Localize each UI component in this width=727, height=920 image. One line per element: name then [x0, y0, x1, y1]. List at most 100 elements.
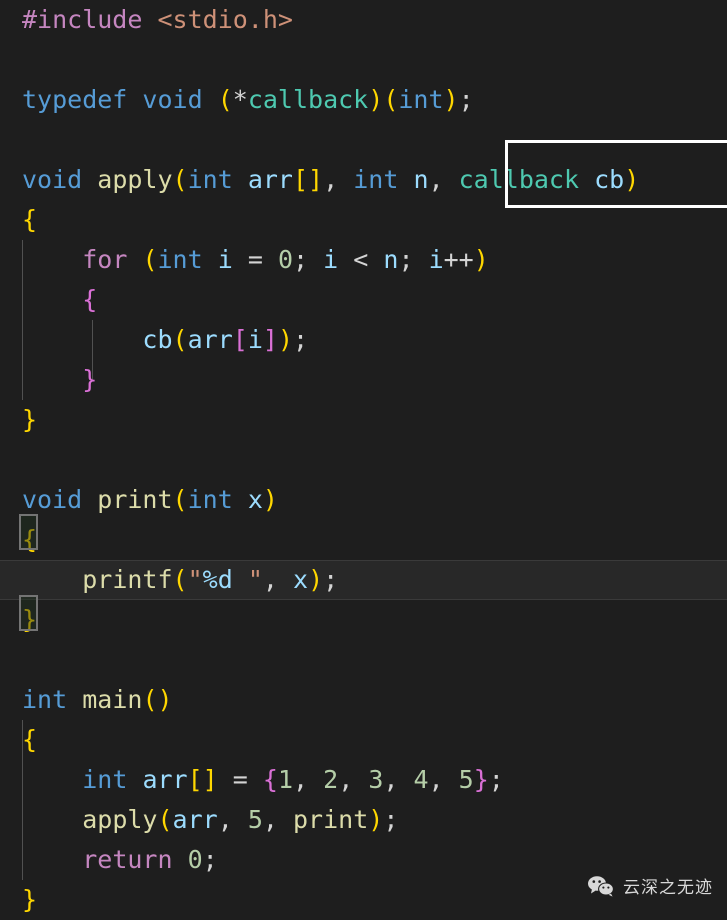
- token-comma: ,: [217, 805, 248, 834]
- token-number: 5: [247, 805, 263, 834]
- token-bracket-close: ]: [262, 325, 278, 354]
- token-paren-close: ): [308, 565, 324, 594]
- token-assign: =: [232, 765, 248, 794]
- code-line[interactable]: cb(arr[i]);: [0, 320, 727, 360]
- token-brace-close: }: [473, 765, 489, 794]
- token-var-arr: arr: [187, 325, 233, 354]
- code-line[interactable]: void apply(int arr[], int n, callback cb…: [0, 160, 727, 200]
- token-paren-close: ): [624, 165, 640, 194]
- token-semicolon: ;: [398, 245, 429, 274]
- token-var-n: n: [383, 245, 399, 274]
- token-semicolon: ;: [458, 85, 474, 114]
- token-var-i: i: [428, 245, 444, 274]
- token-function-printf: printf: [82, 565, 173, 594]
- token-int: int: [353, 165, 399, 194]
- token-brace-open: {: [22, 205, 38, 234]
- token-call-cb: cb: [142, 325, 173, 354]
- code-line[interactable]: typedef void (*callback)(int);: [0, 80, 727, 120]
- token-increment: ++: [443, 245, 474, 274]
- code-line-blank[interactable]: [0, 120, 727, 160]
- token-paren-open: (: [172, 485, 188, 514]
- code-line[interactable]: int arr[] = {1, 2, 3, 4, 5};: [0, 760, 727, 800]
- token-comma: ,: [262, 565, 293, 594]
- code-line-blank[interactable]: [0, 440, 727, 480]
- token-number: 1: [277, 765, 294, 794]
- token-var-arr: arr: [142, 765, 188, 794]
- code-line[interactable]: void print(int x): [0, 480, 727, 520]
- token-brace-close: }: [22, 405, 38, 434]
- token-comma: ,: [262, 805, 293, 834]
- code-line[interactable]: }: [0, 880, 727, 920]
- token-function-main: main: [82, 685, 143, 714]
- token-int: int: [398, 85, 444, 114]
- token-paren-close: ): [368, 85, 384, 114]
- token-format-specifier: %d: [202, 565, 233, 594]
- token-quote: ": [247, 565, 263, 594]
- token-bracket-close: ]: [308, 165, 324, 194]
- code-line[interactable]: int main(): [0, 680, 727, 720]
- token-bracket-open: [: [187, 765, 203, 794]
- code-line[interactable]: apply(arr, 5, print);: [0, 800, 727, 840]
- token-paren-open: (: [142, 685, 158, 714]
- token-return: return: [82, 845, 173, 874]
- code-line[interactable]: }: [0, 600, 727, 640]
- code-line-blank[interactable]: [0, 640, 727, 680]
- token-brace-close: }: [22, 605, 38, 634]
- token-string-space: [233, 565, 248, 594]
- code-line[interactable]: }: [0, 400, 727, 440]
- token-callback-type: callback: [247, 85, 369, 114]
- token-include-directive: #include: [22, 5, 143, 34]
- token-comma: ,: [428, 765, 459, 794]
- code-line[interactable]: for (int i = 0; i < n; i++): [0, 240, 727, 280]
- token-brace-open: {: [82, 285, 98, 314]
- code-line[interactable]: return 0;: [0, 840, 727, 880]
- token-var-i: i: [323, 245, 339, 274]
- token-void: void: [22, 485, 83, 514]
- code-line[interactable]: {: [0, 280, 727, 320]
- token-quote: ": [187, 565, 203, 594]
- token-int: int: [157, 245, 203, 274]
- code-line[interactable]: {: [0, 520, 727, 560]
- code-line[interactable]: }: [0, 360, 727, 400]
- token-paren-open: (: [383, 85, 399, 114]
- token-paren-open: (: [157, 805, 173, 834]
- code-line[interactable]: {: [0, 200, 727, 240]
- token-brace-close: }: [22, 885, 38, 914]
- token-semicolon: ;: [488, 765, 504, 794]
- token-function-apply: apply: [97, 165, 173, 194]
- token-param-cb: cb: [594, 165, 625, 194]
- token-bracket-open: [: [292, 165, 309, 194]
- token-paren-open: (: [172, 565, 188, 594]
- token-brace-open: {: [262, 765, 278, 794]
- code-lines[interactable]: #include <stdio.h> typedef void (*callba…: [0, 0, 727, 920]
- code-line-current[interactable]: printf("%d ", x);: [0, 560, 727, 600]
- code-editor[interactable]: #include <stdio.h> typedef void (*callba…: [0, 0, 727, 920]
- token-bracket-close: ]: [202, 765, 218, 794]
- code-line-blank[interactable]: [0, 40, 727, 80]
- token-comma: ,: [338, 765, 369, 794]
- token-semicolon: ;: [383, 805, 399, 834]
- code-line[interactable]: {: [0, 720, 727, 760]
- code-line[interactable]: #include <stdio.h>: [0, 0, 727, 40]
- token-var-arr: arr: [172, 805, 218, 834]
- token-paren-close: ): [368, 805, 384, 834]
- token-paren-close: ): [473, 245, 489, 274]
- token-param-arr: arr: [247, 165, 293, 194]
- token-brace-close: }: [82, 365, 98, 394]
